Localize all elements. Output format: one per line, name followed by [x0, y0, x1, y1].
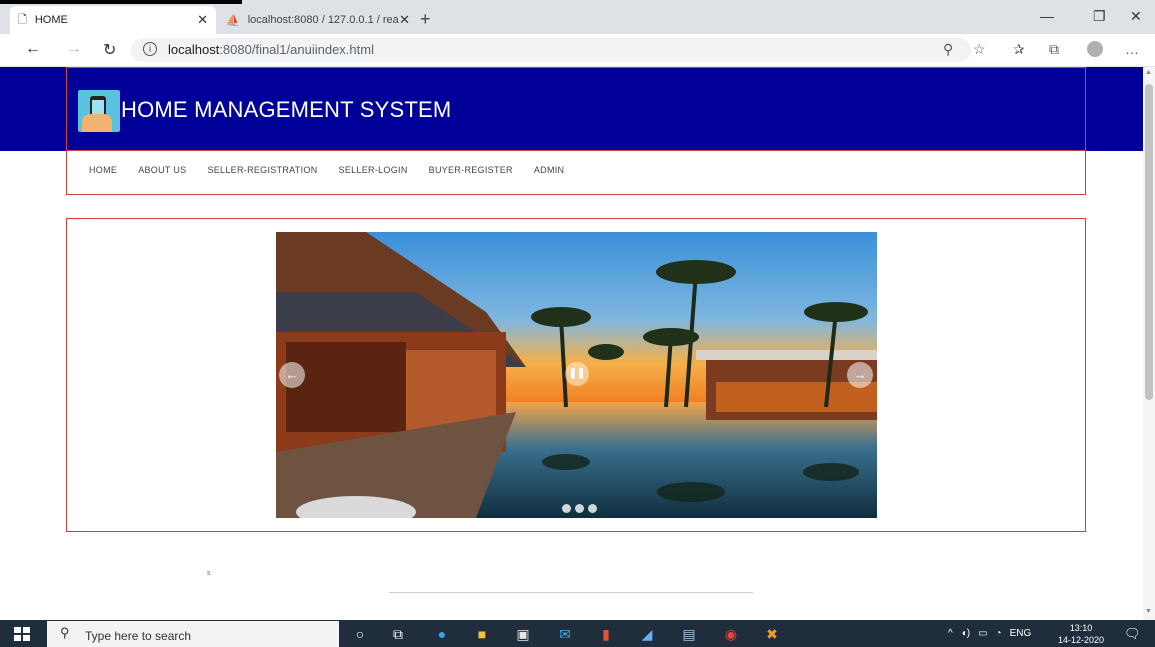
file-explorer-icon[interactable]: ■: [472, 624, 492, 644]
nav-buyer-register[interactable]: BUYER-REGISTER: [429, 165, 513, 175]
nav-seller-login[interactable]: SELLER-LOGIN: [339, 165, 408, 175]
more-options-icon[interactable]: …: [1125, 41, 1139, 57]
xampp-icon[interactable]: ✖: [762, 624, 782, 644]
tab-label: HOME: [34, 14, 68, 26]
slider-next-button[interactable]: →: [847, 362, 873, 388]
office-icon[interactable]: ▮: [596, 624, 616, 644]
battery-icon[interactable]: ▭: [978, 628, 987, 639]
site-logo: [78, 90, 120, 132]
slider-prev-button[interactable]: ←: [279, 362, 305, 388]
app-icon[interactable]: ◢: [637, 624, 657, 644]
notepad-icon[interactable]: ▤: [679, 624, 699, 644]
url-text[interactable]: localhost:8080/final1/anuiindex.html: [168, 42, 374, 57]
new-tab-button[interactable]: +: [420, 9, 431, 30]
slider-dots: [562, 504, 597, 513]
nav-seller-registration[interactable]: SELLER-REGISTRATION: [207, 165, 317, 175]
tab-label: localhost:8080 / 127.0.0.1 / realo: [247, 14, 400, 26]
close-tab-icon[interactable]: ✕: [399, 12, 410, 28]
clock-time: 13:10: [1069, 623, 1093, 633]
zoom-icon[interactable]: ⚲: [943, 41, 953, 58]
slider-dot[interactable]: [562, 504, 571, 513]
small-text: s: [207, 570, 211, 577]
close-tab-icon[interactable]: ✕: [197, 12, 208, 28]
clock-date: 14-12-2020: [1058, 635, 1105, 645]
close-window-button[interactable]: ✕: [1130, 8, 1142, 25]
page-icon: 🗋: [18, 13, 27, 26]
divider: [389, 592, 753, 593]
slider-dot[interactable]: [575, 504, 584, 513]
tab-phpmyadmin[interactable]: ⛵ localhost:8080 / 127.0.0.1 / realo ✕: [218, 6, 418, 34]
cortana-icon[interactable]: ○: [350, 624, 370, 644]
minimize-button[interactable]: —: [1040, 8, 1054, 24]
mail-icon[interactable]: ✉: [555, 624, 575, 644]
search-icon: ⚲: [60, 625, 70, 640]
chevron-up-icon[interactable]: ^: [948, 628, 953, 639]
scrollbar-thumb[interactable]: [1145, 84, 1153, 400]
wifi-icon[interactable]: ◔: [996, 628, 1002, 639]
slider-pause-button[interactable]: ❚❚: [565, 362, 589, 386]
forward-button[interactable]: →: [66, 40, 82, 58]
chrome-icon[interactable]: ◉: [721, 624, 741, 644]
nav-home[interactable]: HOME: [89, 165, 117, 175]
taskbar-search-placeholder: Type here to search: [85, 629, 192, 643]
language-indicator[interactable]: ENG: [1010, 628, 1032, 639]
store-icon[interactable]: ▣: [513, 624, 533, 644]
top-black-bar: [0, 0, 242, 4]
nav-admin[interactable]: ADMIN: [534, 165, 565, 175]
scroll-down-arrow[interactable]: ▼: [1145, 608, 1152, 615]
task-view-icon[interactable]: ⧉: [388, 624, 408, 644]
site-title: HOME MANAGEMENT SYSTEM: [121, 97, 452, 122]
profile-avatar-icon[interactable]: [1087, 41, 1103, 60]
info-icon[interactable]: i: [143, 42, 157, 56]
notification-icon[interactable]: 🗨: [1124, 626, 1141, 642]
windows-start-icon[interactable]: [14, 626, 32, 642]
back-button[interactable]: ←: [25, 40, 41, 58]
restore-button[interactable]: ❐: [1093, 8, 1106, 25]
scroll-up-arrow[interactable]: ▲: [1145, 69, 1152, 76]
main-nav: HOME ABOUT US SELLER-REGISTRATION SELLER…: [89, 165, 564, 175]
favorite-star-icon[interactable]: ☆: [973, 41, 986, 58]
tab-home[interactable]: 🗋 HOME ✕: [10, 6, 216, 34]
collections-icon[interactable]: ⧉: [1049, 41, 1059, 58]
nav-about-us[interactable]: ABOUT US: [138, 165, 186, 175]
refresh-button[interactable]: ↻: [103, 40, 116, 60]
edge-icon[interactable]: ●: [432, 624, 452, 644]
phpmyadmin-icon: ⛵: [226, 14, 240, 27]
volume-icon[interactable]: ◖): [961, 628, 970, 639]
favorites-bar-icon[interactable]: ✰: [1013, 41, 1025, 58]
clock[interactable]: 13:10 14-12-2020: [1058, 622, 1104, 646]
system-tray: ^ ◖) ▭ ◔ ENG: [948, 628, 1031, 639]
slider-dot[interactable]: [588, 504, 597, 513]
